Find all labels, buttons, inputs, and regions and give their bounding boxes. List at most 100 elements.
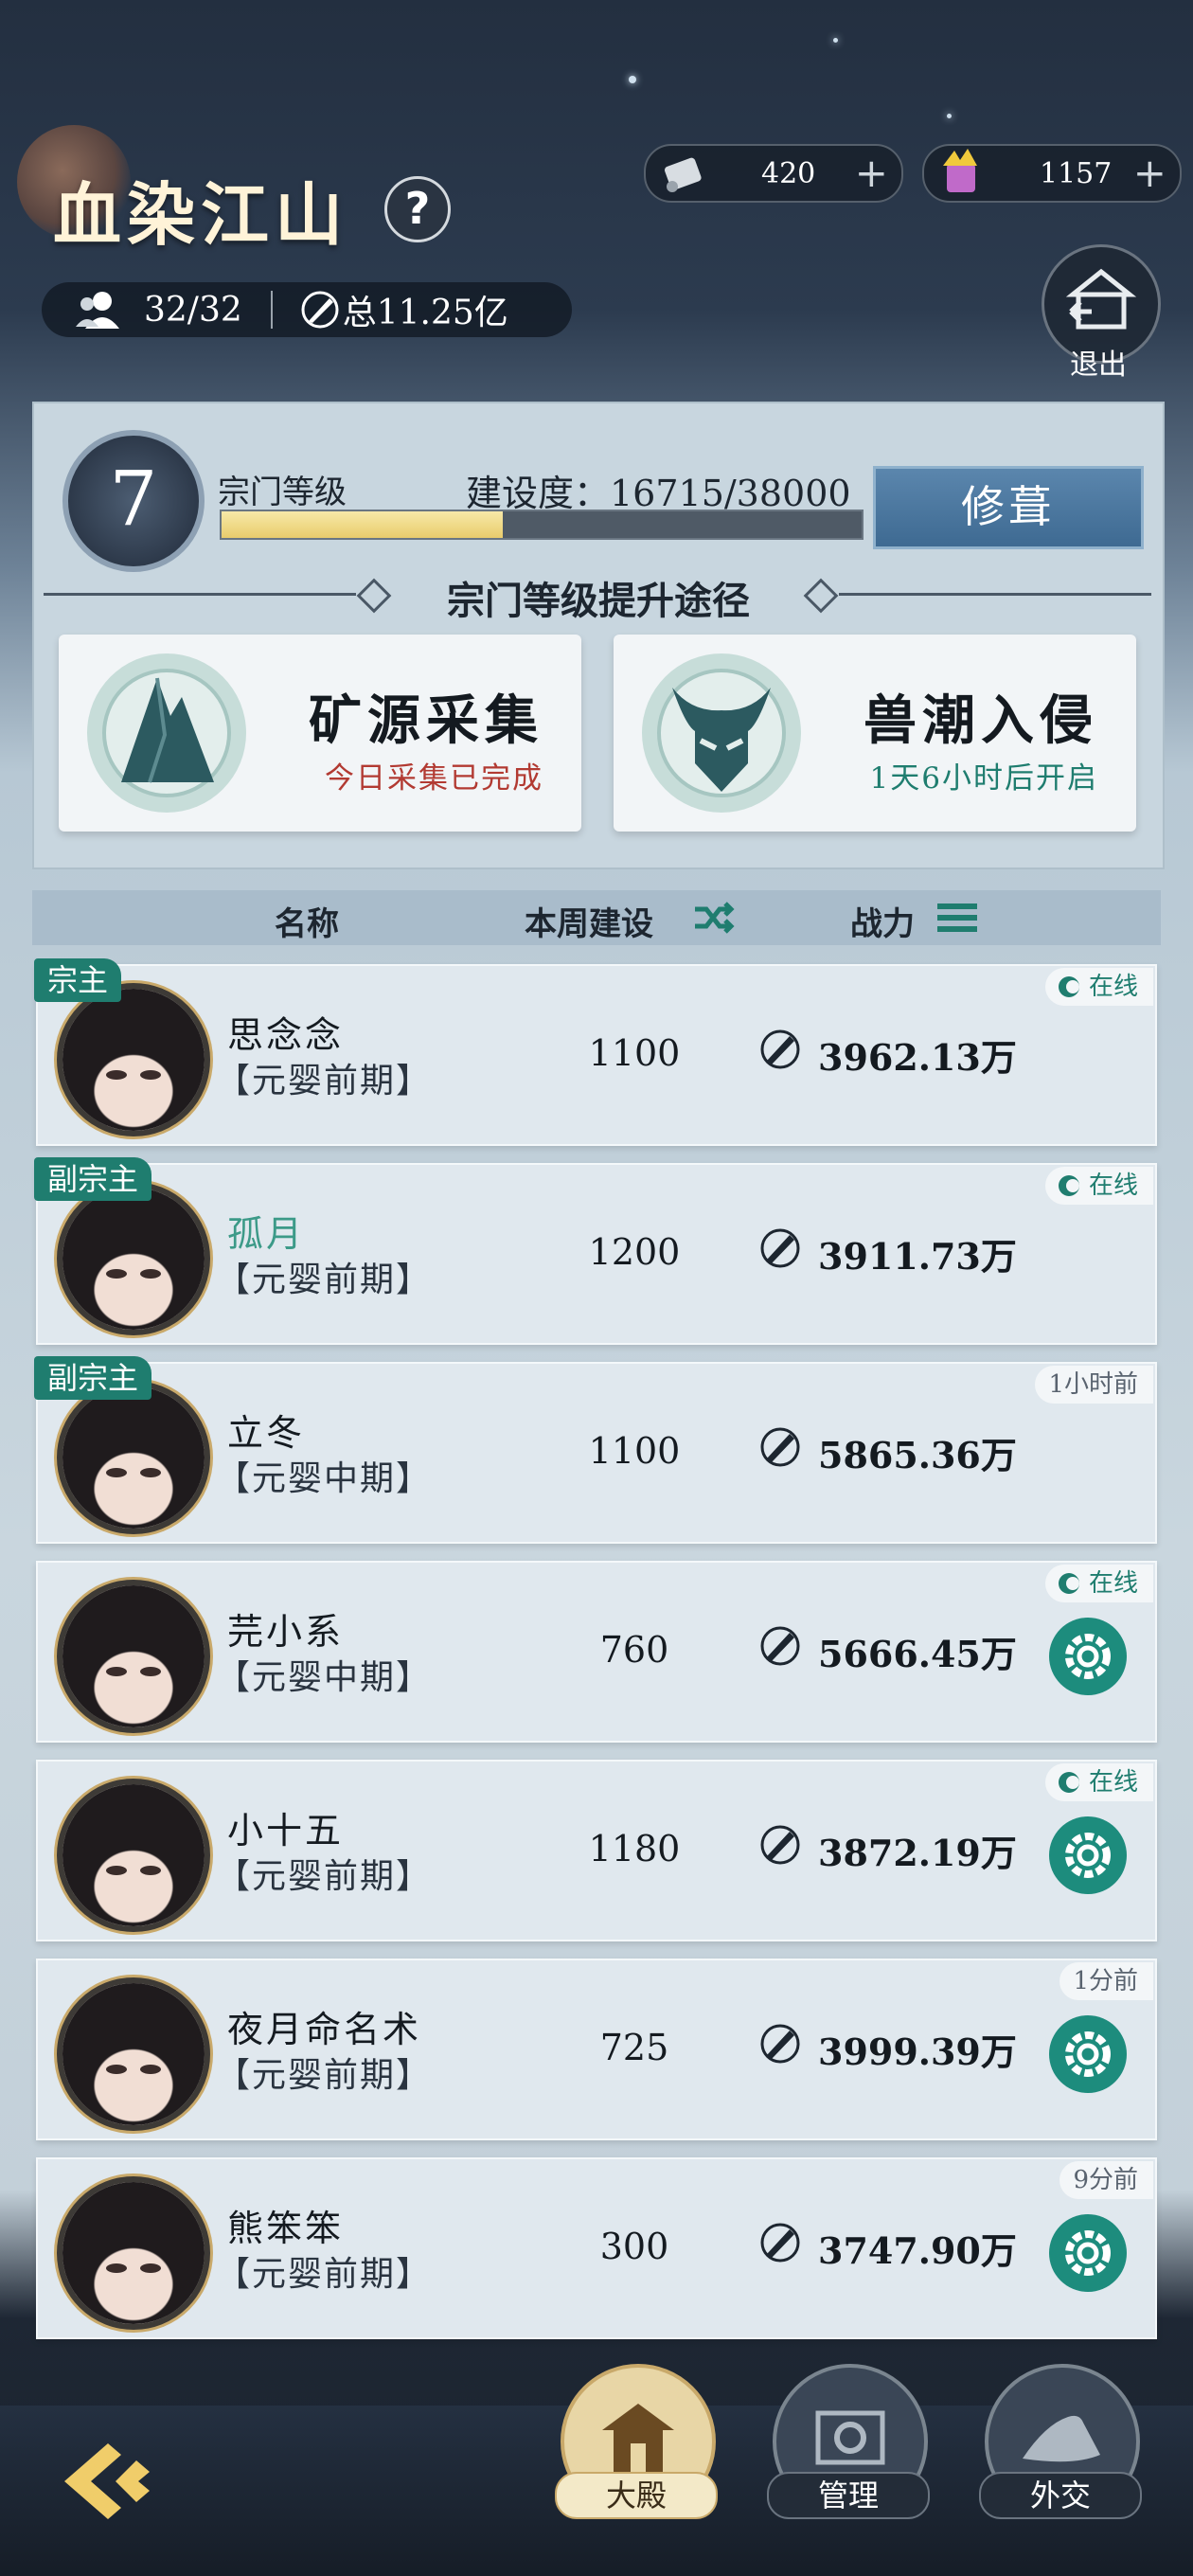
- member-realm: 【元婴前期】: [216, 1062, 433, 1100]
- avatar-eye: [140, 2263, 161, 2273]
- beast-invasion-title: 兽潮入侵: [864, 689, 1098, 752]
- power-icon: [760, 1029, 800, 1069]
- member-avatar[interactable]: [57, 1182, 210, 1335]
- member-power: 3962.13万: [818, 1036, 1017, 1079]
- power-icon: [760, 2024, 800, 2064]
- gold-ingot-icon: [943, 149, 977, 192]
- avatar-eye: [106, 2065, 127, 2074]
- help-button[interactable]: ?: [384, 176, 451, 242]
- member-name: 熊笨笨: [227, 2208, 345, 2249]
- beast-invasion-card[interactable]: 兽潮入侵 1天6小时后开启: [614, 635, 1136, 832]
- member-manage-button[interactable]: [1049, 1816, 1127, 1894]
- gear-icon: [1065, 1833, 1111, 1878]
- star-decoration: [947, 114, 952, 118]
- avatar-portrait: [62, 1983, 205, 2125]
- mine-gathering-card[interactable]: 矿源采集 今日采集已完成: [59, 635, 581, 832]
- stat-divider: [270, 291, 273, 329]
- member-power: 3872.19万: [818, 1832, 1017, 1874]
- member-row[interactable]: 宗主 思念念 【元婴前期】 1100 3962.13万 在线: [34, 958, 1157, 1146]
- member-manage-button[interactable]: [1049, 2214, 1127, 2292]
- sect-level-label: 宗门等级: [218, 474, 347, 511]
- member-list-header: 名称 本周建设 战力: [32, 890, 1161, 945]
- member-weekly-build: 725: [599, 2027, 669, 2068]
- menu-sort-icon[interactable]: [937, 902, 977, 934]
- member-avatar[interactable]: [57, 1381, 210, 1534]
- member-status: 在线: [1044, 1167, 1153, 1205]
- member-row[interactable]: 副宗主 立冬 【元婴中期】 1100 5865.36万 1小时前: [34, 1356, 1157, 1544]
- col-name: 名称: [275, 905, 339, 943]
- member-status: 在线: [1044, 1565, 1153, 1602]
- online-status-icon: [1058, 1573, 1079, 1594]
- mine-gathering-status: 今日采集已完成: [325, 761, 543, 796]
- power-icon: [760, 1228, 800, 1268]
- currency-gold[interactable]: 1157 +: [922, 144, 1182, 203]
- members-icon: [76, 292, 119, 329]
- nav-hall-label[interactable]: 大殿: [555, 2472, 718, 2519]
- member-row[interactable]: 副宗主 孤月 【元婴前期】 1200 3911.73万 在线: [34, 1157, 1157, 1345]
- avatar-eye: [106, 1866, 127, 1875]
- member-row[interactable]: 小十五 【元婴前期】 1180 3872.19万 在线: [36, 1760, 1157, 1941]
- member-weekly-build: 300: [599, 2226, 669, 2267]
- scroll-icon: [664, 157, 702, 192]
- sect-level-badge: 7: [62, 430, 205, 572]
- power-icon: [760, 2223, 800, 2263]
- nav-manage-label[interactable]: 管理: [767, 2472, 930, 2519]
- total-power: 总11.25亿: [342, 294, 508, 332]
- nav-diplomacy-label[interactable]: 外交: [979, 2472, 1142, 2519]
- col-power[interactable]: 战力: [850, 898, 915, 944]
- member-name: 思念念: [227, 1014, 345, 1056]
- member-manage-button[interactable]: [1049, 2015, 1127, 2093]
- member-weekly-build: 1200: [588, 1231, 681, 1273]
- add-gold-button[interactable]: +: [1133, 153, 1166, 193]
- avatar-eye: [140, 1667, 161, 1676]
- member-weekly-build: 760: [599, 1629, 669, 1671]
- avatar-portrait: [62, 1585, 205, 1727]
- gear-icon: [1065, 2230, 1111, 2276]
- member-avatar[interactable]: [57, 1977, 210, 2131]
- avatar-eye: [140, 2065, 161, 2074]
- mountain-icon: [87, 653, 246, 813]
- member-status-text: 1小时前: [1048, 1370, 1138, 1399]
- avatar-portrait: [62, 1784, 205, 1926]
- member-manage-button[interactable]: [1049, 1618, 1127, 1695]
- member-weekly-build: 1100: [588, 1430, 681, 1472]
- member-row[interactable]: 夜月命名术 【元婴前期】 725 3999.39万 1分前: [36, 1959, 1157, 2140]
- member-name: 立冬: [227, 1412, 306, 1454]
- member-avatar[interactable]: [57, 1779, 210, 1932]
- online-status-icon: [1058, 1175, 1079, 1196]
- member-realm: 【元婴中期】: [216, 1459, 433, 1498]
- construction-progress-fill: [222, 511, 504, 538]
- currency-scroll[interactable]: 420 +: [644, 144, 903, 203]
- scroll-count: 420: [761, 156, 816, 190]
- member-status-text: 在线: [1088, 973, 1138, 1001]
- member-avatar[interactable]: [57, 2176, 210, 2330]
- member-row[interactable]: 芫小系 【元婴中期】 760 5666.45万 在线: [36, 1561, 1157, 1743]
- member-status: 在线: [1044, 1763, 1153, 1801]
- role-badge: 副宗主: [34, 1356, 152, 1400]
- col-weekly-build[interactable]: 本周建设: [525, 898, 653, 944]
- member-avatar[interactable]: [57, 983, 210, 1136]
- role-badge: 宗主: [34, 958, 122, 1002]
- avatar-eye: [106, 1070, 127, 1080]
- online-status-icon: [1058, 976, 1079, 997]
- avatar-eye: [140, 1468, 161, 1477]
- avatar-eye: [106, 2263, 127, 2273]
- beast-invasion-timer: 1天6小时后开启: [869, 761, 1098, 796]
- power-icon: [760, 1626, 800, 1666]
- construction-progress-bar: [220, 510, 864, 540]
- role-badge: 副宗主: [34, 1157, 152, 1201]
- upgrade-path-title: 宗门等级提升途径: [447, 579, 750, 623]
- member-name: 夜月命名术: [227, 2009, 422, 2050]
- star-decoration: [833, 38, 838, 43]
- member-weekly-build: 1180: [588, 1828, 681, 1869]
- sect-level-panel: 7 宗门等级 建设度：16715/38000 修葺 宗门等级提升途径 矿源采集 …: [32, 402, 1165, 869]
- member-avatar[interactable]: [57, 1580, 210, 1733]
- shuffle-sort-icon[interactable]: [693, 902, 735, 934]
- add-scroll-button[interactable]: +: [855, 153, 888, 193]
- member-row[interactable]: 熊笨笨 【元婴前期】 300 3747.90万 9分前: [36, 2157, 1157, 2339]
- avatar-portrait: [62, 1386, 205, 1529]
- back-arrow-icon[interactable]: [51, 2434, 165, 2529]
- member-name: 孤月: [227, 1213, 306, 1255]
- repair-button[interactable]: 修葺: [873, 466, 1144, 549]
- member-status: 在线: [1044, 968, 1153, 1006]
